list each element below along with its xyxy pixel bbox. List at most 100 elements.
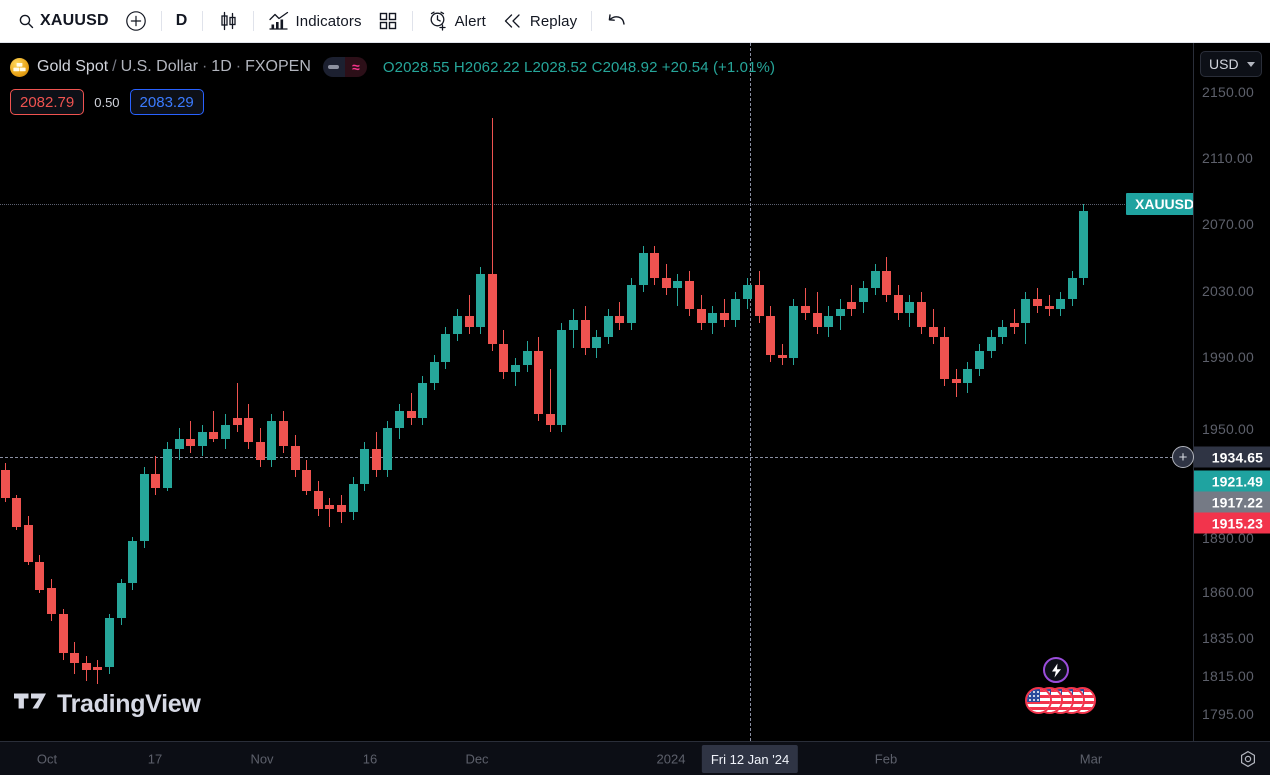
price-tick-label: 1795.00: [1202, 706, 1255, 722]
ohlc-change: +20.54 (+1.01%): [661, 58, 776, 76]
candle-body: [278, 421, 288, 446]
candle-body: [592, 337, 602, 348]
candle-body: [383, 428, 393, 471]
chart-canvas[interactable]: XAUUSD 2082.79 Gold Spot / U.S. Dollar ·…: [0, 43, 1194, 741]
last-price-line: [0, 204, 1193, 205]
candle-body: [893, 295, 903, 313]
symbol-search-button[interactable]: XAUUSD: [10, 6, 117, 36]
candlestick: [487, 118, 497, 352]
price-scale-tag[interactable]: 1915.23: [1194, 512, 1270, 534]
time-scale[interactable]: Oct 17 Nov 16 Dec 2024 Feb Mar Fri 12 Jan '24: [0, 741, 1270, 775]
time-tick-label: 16: [362, 751, 378, 766]
candlestick: [893, 284, 903, 320]
candlestick: [1056, 291, 1066, 317]
candlestick: [139, 466, 149, 548]
legend-interval[interactable]: 1D: [211, 58, 231, 76]
candlestick: [998, 319, 1008, 345]
candle-body: [963, 368, 973, 383]
add-symbol-button[interactable]: [117, 6, 155, 36]
alert-label: Alert: [454, 12, 486, 30]
candlestick: [870, 263, 880, 296]
price-scale-tag[interactable]: 1934.65: [1194, 446, 1270, 468]
candlestick: [12, 494, 22, 531]
price-tick-label: 2110.00: [1202, 150, 1253, 166]
candlestick: [789, 298, 799, 366]
candlestick: [940, 326, 950, 387]
candlestick: [174, 428, 184, 460]
candlestick: [963, 361, 973, 394]
undo-arrow-icon: [606, 12, 628, 30]
interval-label: D: [175, 12, 188, 29]
candle-wick: [955, 368, 957, 397]
price-tick-label: 1990.00: [1202, 349, 1255, 365]
candle-body: [418, 382, 428, 418]
legend-symbol-name[interactable]: Gold Spot: [37, 58, 108, 76]
candlestick: [754, 270, 764, 324]
price-scale-tag[interactable]: 1921.49: [1194, 470, 1270, 492]
wave-toggle-icon[interactable]: ≈: [344, 57, 367, 77]
candlestick: [336, 494, 346, 524]
candlestick: [800, 288, 810, 320]
bid-price[interactable]: 2082.79: [10, 89, 85, 115]
candlestick: [93, 659, 103, 685]
price-tick-label: 1950.00: [1202, 421, 1255, 437]
candle-body: [12, 498, 22, 527]
candlestick: [35, 554, 45, 594]
last-price-tag[interactable]: XAUUSD 2082.79: [1126, 193, 1193, 215]
interval-button[interactable]: D: [168, 6, 196, 36]
candle-body: [46, 587, 56, 615]
candlestick: [1067, 270, 1077, 306]
ohlc-high-key: H: [453, 58, 465, 76]
candlestick: [58, 608, 68, 660]
indicators-label: Indicators: [295, 12, 362, 30]
bid-ask-mode-toggle[interactable]: ≈: [322, 57, 367, 77]
ask-price[interactable]: 2083.29: [129, 89, 204, 115]
candle-body: [186, 438, 196, 446]
chart-type-button[interactable]: [209, 6, 247, 36]
candlestick: [267, 414, 277, 467]
candle-wick: [190, 421, 192, 453]
candlestick: [46, 579, 56, 622]
toolbar-divider-2: [201, 11, 203, 31]
candlestick: [348, 477, 358, 520]
indicators-button[interactable]: Indicators: [260, 6, 370, 36]
lightning-bolt-icon[interactable]: [1043, 657, 1069, 683]
candlestick: [696, 295, 706, 331]
candle-body: [476, 274, 486, 327]
price-scale[interactable]: USD 2150.00 2110.00 2070.00 2030.00 1990.00 1…: [1172, 43, 1270, 741]
candlestick: [151, 456, 161, 495]
hex-settings-icon[interactable]: [1238, 749, 1258, 769]
candle-body: [139, 473, 149, 541]
bar-toggle-icon[interactable]: [322, 57, 345, 77]
legend-dot-1: ·: [201, 58, 208, 75]
price-scale-tag[interactable]: 1917.22: [1194, 491, 1270, 513]
candlestick: [557, 323, 567, 432]
candle-body: [777, 354, 787, 359]
us-flag-event-icon[interactable]: [1025, 687, 1052, 714]
candlestick: [232, 382, 242, 432]
candlestick: [580, 305, 590, 355]
candle-wick: [329, 498, 331, 527]
candle-body: [174, 438, 184, 450]
candlestick: [220, 414, 230, 450]
candlestick: [23, 516, 33, 566]
legend-exchange: FXOPEN: [245, 58, 311, 75]
undo-button[interactable]: [598, 6, 636, 36]
candlestick: [824, 305, 834, 338]
candlestick: [418, 375, 428, 425]
candle-body: [302, 470, 312, 492]
replay-button[interactable]: Replay: [494, 6, 585, 36]
layout-button[interactable]: [370, 6, 406, 36]
candle-body: [452, 316, 462, 334]
alert-clock-icon: [427, 10, 449, 32]
toolbar-divider-5: [591, 11, 593, 31]
candle-body: [290, 445, 300, 471]
candle-body: [487, 274, 497, 345]
candle-body: [1009, 323, 1019, 327]
candlestick: [534, 337, 544, 422]
candle-body: [847, 302, 857, 310]
add-alert-plus-icon[interactable]: +: [1172, 446, 1194, 468]
alert-button[interactable]: Alert: [419, 6, 494, 36]
currency-selector[interactable]: USD: [1200, 51, 1262, 77]
time-tick-label: 2024: [656, 751, 686, 766]
